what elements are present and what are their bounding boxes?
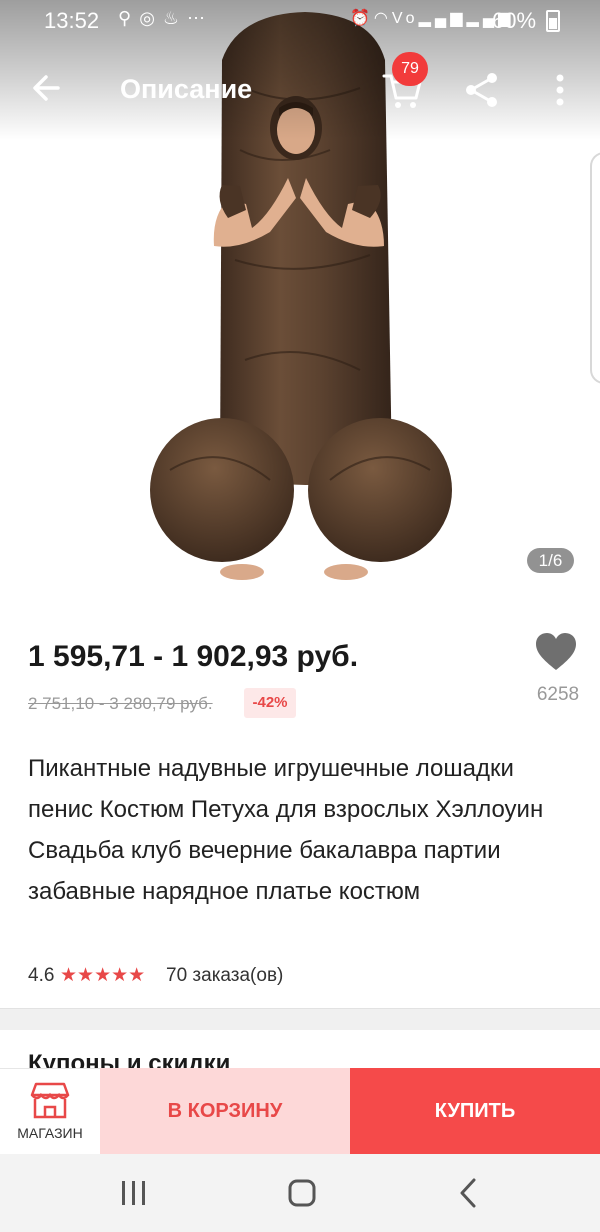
price-old: 2 751,10 - 3 280,79 руб. xyxy=(28,694,213,713)
share-icon xyxy=(466,73,497,107)
store-button[interactable]: МАГАЗИН xyxy=(0,1068,100,1154)
more-vertical-icon xyxy=(556,74,564,106)
orders-count: 70 заказа(ов) xyxy=(166,965,284,986)
system-back-button[interactable] xyxy=(454,1176,484,1210)
favorite-button[interactable] xyxy=(534,632,578,672)
status-bar: 13:52 ⚲◎♨⋯ ⏰◠Vo▂▄▆▂▄▆ 60% xyxy=(0,0,600,40)
buy-now-button[interactable]: КУПИТЬ xyxy=(350,1068,600,1154)
signal-icon: ▂▄▆ xyxy=(418,10,467,27)
more-options-button[interactable] xyxy=(548,70,572,110)
battery-percent: 60% xyxy=(492,8,537,33)
battery-icon xyxy=(546,10,560,32)
notification-icon: ♨ xyxy=(162,8,188,28)
page-title: Описание xyxy=(120,74,253,104)
status-time: 13:52 xyxy=(44,8,100,33)
side-panel-tab[interactable] xyxy=(590,152,600,384)
app-bar: Описание 79 xyxy=(0,52,600,124)
add-to-cart-button[interactable]: В КОРЗИНУ xyxy=(100,1068,350,1154)
home-icon xyxy=(288,1179,316,1207)
search-icon: ⚲ xyxy=(118,8,140,28)
back-button[interactable] xyxy=(28,68,68,108)
heart-icon xyxy=(536,633,576,670)
cart-count-badge: 79 xyxy=(392,52,428,86)
arrow-left-icon xyxy=(33,75,60,101)
recents-button[interactable] xyxy=(116,1178,152,1208)
status-right-icons: ⏰◠Vo▂▄▆▂▄▆ xyxy=(350,8,514,28)
recents-icon xyxy=(122,1181,145,1205)
discount-badge: -42% xyxy=(244,688,296,718)
product-title: Пикантные надувные игрушечные лошадки пе… xyxy=(28,755,544,905)
wifi-icon: ◠ xyxy=(373,10,392,27)
status-left-icons: ⚲◎♨⋯ xyxy=(118,8,213,29)
bottom-action-bar: МАГАЗИН В КОРЗИНУ КУПИТЬ xyxy=(0,1068,600,1154)
rating-value: 4.6 xyxy=(28,965,55,986)
store-icon xyxy=(30,1082,70,1119)
volte-icon: Vo xyxy=(391,10,419,27)
favorite-count: 6258 xyxy=(536,684,580,705)
image-counter: 1/6 xyxy=(527,548,574,573)
home-button[interactable] xyxy=(284,1178,320,1208)
more-dots-icon: ⋯ xyxy=(187,8,214,28)
sber-icon: ◎ xyxy=(139,8,163,28)
price-current: 1 595,71 - 1 902,93 руб. xyxy=(28,640,359,673)
system-nav-bar xyxy=(0,1154,600,1232)
chevron-left-icon xyxy=(460,1178,476,1208)
alarm-icon: ⏰ xyxy=(350,10,374,27)
section-divider xyxy=(0,1008,600,1030)
share-button[interactable] xyxy=(462,70,502,110)
rating-stars: ★★★★★ xyxy=(60,965,146,986)
store-label: МАГАЗИН xyxy=(17,1125,83,1141)
